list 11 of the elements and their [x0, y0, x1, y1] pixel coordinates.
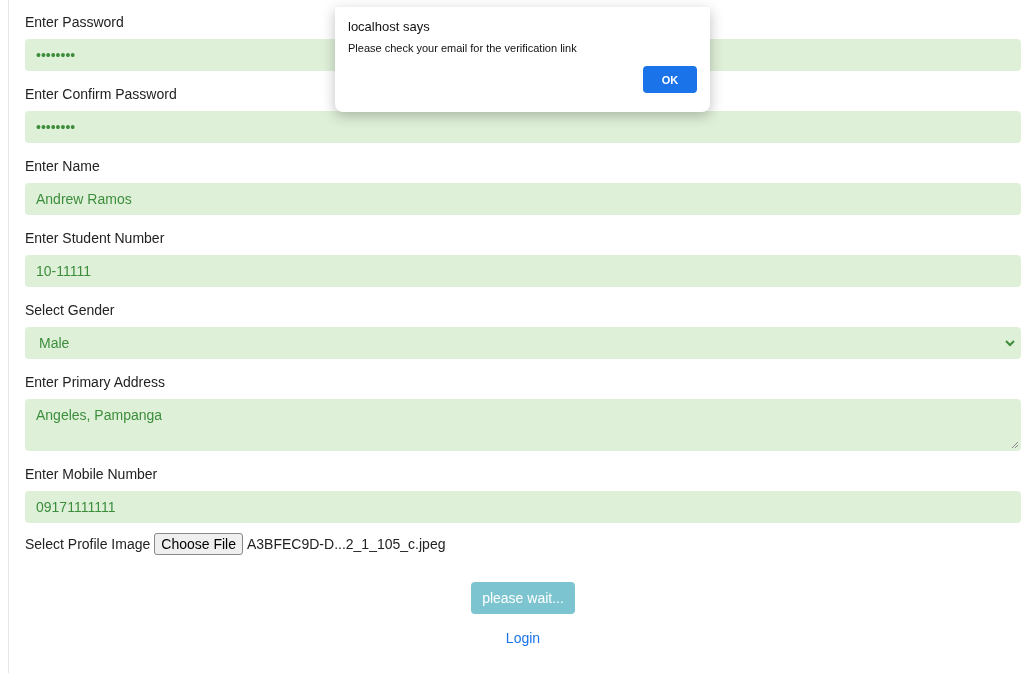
file-name: A3BFEC9D-D...2_1_105_c.jpeg: [247, 536, 446, 552]
field-label: Enter Mobile Number: [25, 465, 158, 484]
field-label: Select Profile Image: [25, 535, 151, 554]
field-label: Select Gender: [25, 301, 115, 320]
field-label: Enter Name: [25, 157, 100, 176]
dialog-title: localhost says: [348, 19, 431, 34]
field-label: Enter Password: [25, 13, 124, 32]
field-label: Enter Confirm Password: [25, 85, 177, 104]
field-label: Enter Student Number: [25, 229, 165, 248]
field-label: Enter Primary Address: [25, 373, 166, 392]
dialog-message: Please check your email for the verification link: [348, 42, 578, 54]
